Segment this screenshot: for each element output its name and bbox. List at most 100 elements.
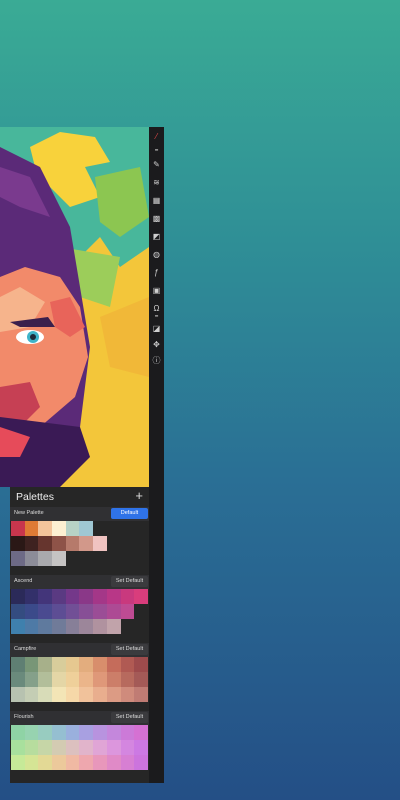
color-swatch[interactable] [120, 672, 135, 687]
color-swatch[interactable] [24, 589, 39, 604]
color-swatch[interactable] [120, 687, 135, 702]
color-swatch[interactable] [24, 740, 39, 755]
color-swatch[interactable] [52, 604, 66, 619]
color-swatch[interactable] [93, 604, 107, 619]
color-swatch[interactable] [24, 619, 39, 634]
color-swatch[interactable] [106, 619, 121, 634]
add-palette-button[interactable]: + [135, 488, 143, 503]
color-swatch[interactable] [24, 521, 39, 536]
color-swatch[interactable] [52, 657, 66, 672]
color-swatch[interactable] [24, 687, 39, 702]
brush-icon[interactable]: ⁄ [151, 131, 162, 142]
color-swatch[interactable] [11, 740, 25, 755]
set-default-button[interactable]: Set Default [111, 712, 148, 723]
color-swatch[interactable] [65, 619, 80, 634]
layers-icon[interactable]: ≋ [151, 177, 162, 188]
palette-swatches[interactable] [11, 521, 148, 566]
color-swatch[interactable] [79, 604, 94, 619]
artwork-canvas[interactable] [0, 127, 149, 487]
color-swatch[interactable] [11, 687, 25, 702]
color-swatch[interactable] [120, 604, 135, 619]
color-swatch[interactable] [52, 672, 66, 687]
color-swatch[interactable] [24, 604, 39, 619]
color-swatch[interactable] [79, 619, 94, 634]
color-swatch[interactable] [24, 725, 39, 740]
color-swatch[interactable] [79, 589, 94, 604]
color-swatch[interactable] [38, 604, 53, 619]
color-swatch[interactable] [106, 589, 121, 604]
color-swatch[interactable] [38, 657, 53, 672]
color-swatch[interactable] [38, 687, 53, 702]
color-swatch[interactable] [106, 740, 121, 755]
color-swatch[interactable] [106, 755, 121, 770]
color-swatch[interactable] [79, 657, 94, 672]
color-swatch[interactable] [38, 619, 53, 634]
color-swatch[interactable] [38, 589, 53, 604]
color-swatch[interactable] [93, 740, 107, 755]
color-swatch[interactable] [93, 657, 107, 672]
palette-swatches[interactable] [11, 589, 148, 634]
color-swatch[interactable] [65, 536, 80, 551]
color-swatch[interactable] [120, 740, 135, 755]
color-swatch[interactable] [11, 755, 25, 770]
palette-icon[interactable]: ◪ [151, 323, 162, 334]
color-swatch[interactable] [11, 589, 25, 604]
color-swatch[interactable] [24, 657, 39, 672]
color-swatch[interactable] [79, 536, 94, 551]
set-default-button[interactable]: Set Default [111, 576, 148, 587]
color-swatch[interactable] [134, 755, 148, 770]
color-swatch[interactable] [93, 619, 107, 634]
color-swatch[interactable] [52, 740, 66, 755]
color-swatch[interactable] [106, 687, 121, 702]
color-swatch[interactable] [38, 672, 53, 687]
color-swatch[interactable] [79, 740, 94, 755]
color-swatch[interactable] [79, 521, 94, 536]
canvas-icon[interactable]: ◩ [151, 231, 162, 242]
texture-icon[interactable]: ▦ [151, 195, 162, 206]
color-swatch[interactable] [11, 619, 25, 634]
color-swatch[interactable] [65, 589, 80, 604]
color-swatch[interactable] [11, 551, 25, 566]
color-swatch[interactable] [79, 755, 94, 770]
color-swatch[interactable] [24, 551, 39, 566]
color-swatch[interactable] [65, 687, 80, 702]
color-swatch[interactable] [11, 604, 25, 619]
color-swatch[interactable] [11, 536, 25, 551]
color-swatch[interactable] [106, 672, 121, 687]
effects-icon[interactable]: ƒ [151, 267, 162, 278]
color-swatch[interactable] [11, 672, 25, 687]
color-swatch[interactable] [52, 725, 66, 740]
color-swatch[interactable] [79, 687, 94, 702]
color-swatch[interactable] [11, 657, 25, 672]
color-wheel-icon[interactable]: ◍ [151, 249, 162, 260]
color-swatch[interactable] [65, 657, 80, 672]
color-swatch[interactable] [93, 589, 107, 604]
color-swatch[interactable] [134, 589, 148, 604]
color-swatch[interactable] [38, 740, 53, 755]
color-swatch[interactable] [52, 755, 66, 770]
color-swatch[interactable] [120, 657, 135, 672]
color-swatch[interactable] [93, 536, 107, 551]
color-swatch[interactable] [52, 551, 66, 566]
color-swatch[interactable] [79, 725, 94, 740]
color-swatch[interactable] [11, 725, 25, 740]
color-swatch[interactable] [52, 687, 66, 702]
color-swatch[interactable] [93, 672, 107, 687]
color-swatch[interactable] [52, 619, 66, 634]
color-swatch[interactable] [106, 604, 121, 619]
color-swatch[interactable] [38, 521, 53, 536]
color-swatch[interactable] [120, 755, 135, 770]
color-swatch[interactable] [134, 687, 148, 702]
color-swatch[interactable] [120, 725, 135, 740]
palette-swatches[interactable] [11, 725, 148, 770]
color-swatch[interactable] [134, 740, 148, 755]
color-swatch[interactable] [134, 672, 148, 687]
image-icon[interactable]: ▣ [151, 285, 162, 296]
grid-icon[interactable]: ▩ [151, 213, 162, 224]
color-swatch[interactable] [120, 589, 135, 604]
color-swatch[interactable] [52, 521, 66, 536]
color-swatch[interactable] [93, 687, 107, 702]
color-swatch[interactable] [24, 536, 39, 551]
color-swatch[interactable] [65, 755, 80, 770]
info-icon[interactable]: ⓘ [151, 355, 162, 366]
